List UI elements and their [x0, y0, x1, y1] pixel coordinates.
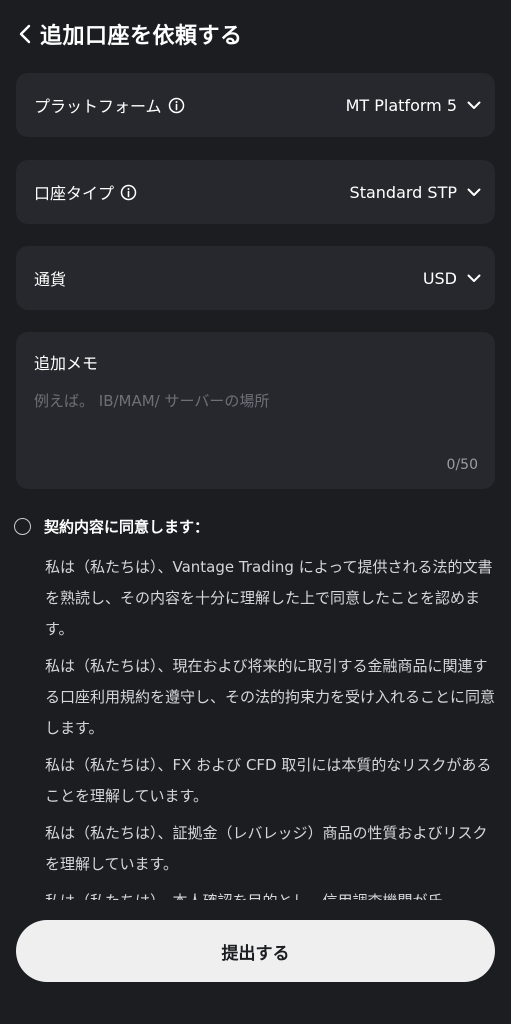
info-icon[interactable] — [120, 184, 137, 201]
account-type-label-group: 口座タイプ — [34, 180, 137, 204]
memo-input[interactable] — [34, 390, 477, 450]
memo-char-counter: 0/50 — [446, 457, 478, 473]
chevron-left-icon — [19, 24, 31, 44]
platform-label-group: プラットフォーム — [34, 93, 185, 117]
currency-value-group: USD — [423, 269, 481, 288]
terms-paragraph: 私は（私たちは）、Vantage Trading によって提供される法的文書を熟… — [45, 558, 493, 638]
currency-value: USD — [422, 268, 457, 288]
platform-label: プラットフォーム — [34, 97, 162, 116]
platform-value-group: MT Platform 5 — [346, 96, 481, 115]
info-icon[interactable] — [168, 97, 185, 114]
account-type-select[interactable]: 口座タイプ Standard STP — [16, 160, 495, 224]
memo-label: 追加メモ — [34, 354, 99, 373]
currency-label-group: 通貨 — [34, 266, 66, 290]
page-title: 追加口座を依頼する — [40, 24, 243, 49]
chevron-down-icon — [467, 274, 481, 282]
agreement-row: 契約内容に同意します： — [14, 516, 209, 537]
platform-select[interactable]: プラットフォーム MT Platform 5 — [16, 73, 495, 137]
chevron-down-icon — [467, 188, 481, 196]
currency-select[interactable]: 通貨 USD — [16, 246, 495, 310]
chevron-down-icon — [467, 101, 481, 109]
terms-paragraph: 私は（私たちは）、現在および将来的に取引する金融商品に関連する口座利用規約を遵守… — [45, 657, 496, 737]
back-button[interactable] — [12, 19, 38, 49]
currency-label: 通貨 — [34, 270, 67, 289]
agreement-label: 契約内容に同意します： — [44, 518, 210, 536]
platform-value: MT Platform 5 — [345, 95, 457, 115]
account-type-value-group: Standard STP — [350, 183, 481, 202]
terms-paragraph: 私は（私たちは）、FX および CFD 取引には本質的なリスクがあることを理解し… — [45, 756, 492, 805]
account-type-label: 口座タイプ — [34, 184, 115, 203]
terms-list: 私は（私たちは）、Vantage Trading によって提供される法的文書を熟… — [45, 552, 497, 917]
header: 追加口座を依頼する — [0, 0, 511, 68]
terms-paragraph: 私は（私たちは）、証拠金（レバレッジ）商品の性質およびリスクを理解しています。 — [45, 824, 488, 873]
submit-button[interactable]: 提出する — [16, 920, 495, 982]
memo-box: 追加メモ 0/50 — [16, 332, 495, 489]
account-type-value: Standard STP — [349, 182, 457, 202]
agreement-radio[interactable] — [14, 518, 31, 535]
